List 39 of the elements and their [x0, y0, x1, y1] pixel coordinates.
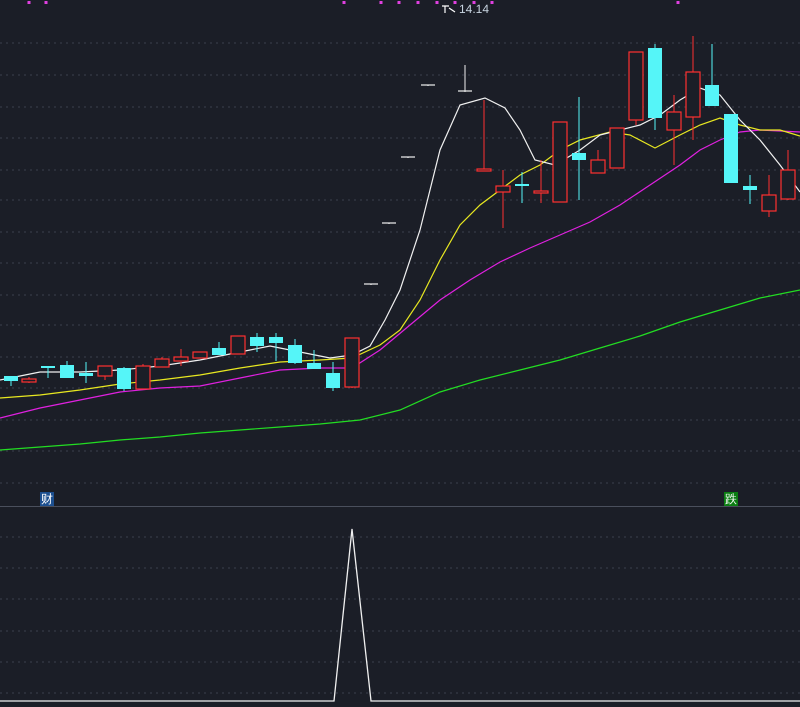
candlestick — [382, 222, 396, 224]
candlestick — [288, 338, 302, 364]
candlestick — [212, 342, 226, 356]
candlestick — [705, 44, 719, 106]
candlestick — [515, 172, 529, 204]
candlestick — [609, 127, 625, 169]
candlestick — [21, 376, 37, 384]
candlestick — [401, 156, 415, 158]
candlestick — [666, 94, 682, 166]
candlestick — [250, 332, 264, 352]
candlestick — [269, 332, 283, 362]
candlestick — [724, 114, 738, 184]
candlestick — [154, 356, 170, 368]
candlestick — [590, 150, 606, 174]
candlestick — [326, 362, 340, 392]
candlestick — [79, 362, 93, 384]
candlestick — [743, 174, 757, 204]
candlestick — [761, 174, 777, 218]
candlestick — [60, 360, 74, 378]
candlestick — [364, 283, 378, 286]
candlestick — [344, 337, 360, 388]
candlestick — [97, 365, 113, 380]
candlestick — [192, 351, 208, 359]
candlestick — [307, 350, 321, 370]
signal-label: 财 — [40, 492, 54, 506]
candlestick — [495, 170, 511, 228]
candlestick — [533, 160, 549, 204]
candlestick — [230, 335, 246, 355]
candlestick — [173, 348, 189, 366]
candlestick — [41, 366, 55, 378]
high-price-label: 14.14 — [459, 3, 490, 15]
candlestick — [4, 376, 18, 386]
candlestick — [421, 84, 435, 86]
candlestick — [117, 366, 131, 392]
candlestick — [135, 364, 151, 390]
arrow-icon — [441, 4, 457, 14]
signal-label: 跌 — [724, 492, 738, 506]
candlestick — [780, 150, 796, 200]
candlestick — [458, 64, 472, 92]
